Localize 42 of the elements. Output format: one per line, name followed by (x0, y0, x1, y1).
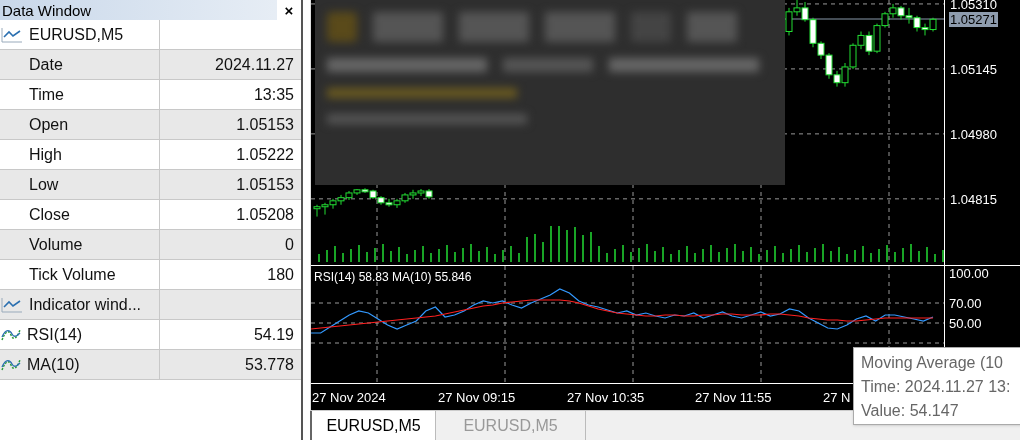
data-value: 2024.11.27 (215, 54, 294, 75)
price-label: 1.05310 (949, 0, 998, 12)
data-label: RSI(14) (27, 324, 83, 345)
indicator-title: RSI(14) 58.83 MA(10) 55.846 (314, 269, 472, 286)
current-price-label: 1.05271 (949, 12, 998, 28)
data-value: 180 (267, 264, 294, 285)
data-label: Low (29, 174, 59, 195)
data-label: Indicator wind... (29, 294, 142, 315)
data-value: 53.778 (245, 354, 294, 375)
time-label: 27 Nov 09:15 (438, 389, 516, 407)
data-label: Time (29, 84, 64, 105)
data-value: 13:35 (253, 84, 294, 105)
indicator-axis-label: 70.00 (949, 296, 982, 311)
time-label: 27 Nov 10:35 (567, 389, 645, 407)
time-label: 27 N (823, 389, 851, 407)
price-label: 1.05145 (949, 61, 998, 77)
panel-title: Data Window (1, 2, 92, 18)
tooltip-line: Time: 2024.11.27 13: (861, 377, 1012, 397)
data-value: 1.05222 (236, 144, 294, 165)
chart-tab[interactable]: EURUSD,M5 (310, 411, 436, 440)
data-label: High (29, 144, 62, 165)
data-label: Tick Volume (29, 264, 116, 285)
data-value: 54.19 (253, 324, 294, 345)
time-label: 27 Nov 2024 (312, 389, 386, 407)
close-button[interactable]: × (277, 0, 301, 20)
data-value: 1.05153 (236, 174, 294, 195)
indicator-axis-label: 50.00 (949, 316, 982, 331)
price-label: 1.04815 (949, 191, 998, 207)
data-label: Open (29, 114, 69, 135)
data-value: 1.05153 (236, 114, 294, 135)
data-label: Volume (29, 234, 83, 255)
data-label: Close (29, 204, 70, 225)
data-value: 0 (285, 234, 294, 255)
time-label: 27 Nov 11:55 (695, 389, 772, 407)
data-label: Date (29, 54, 63, 75)
tooltip-line: Moving Average (10 (861, 353, 1004, 373)
data-label: MA(10) (27, 354, 80, 375)
data-value: 1.05208 (236, 204, 294, 225)
data-label: EURUSD,M5 (29, 24, 124, 45)
price-label: 1.04980 (949, 126, 998, 142)
tooltip-line: Value: 54.147 (861, 401, 960, 421)
indicator-axis-label: 100.00 (949, 266, 989, 281)
